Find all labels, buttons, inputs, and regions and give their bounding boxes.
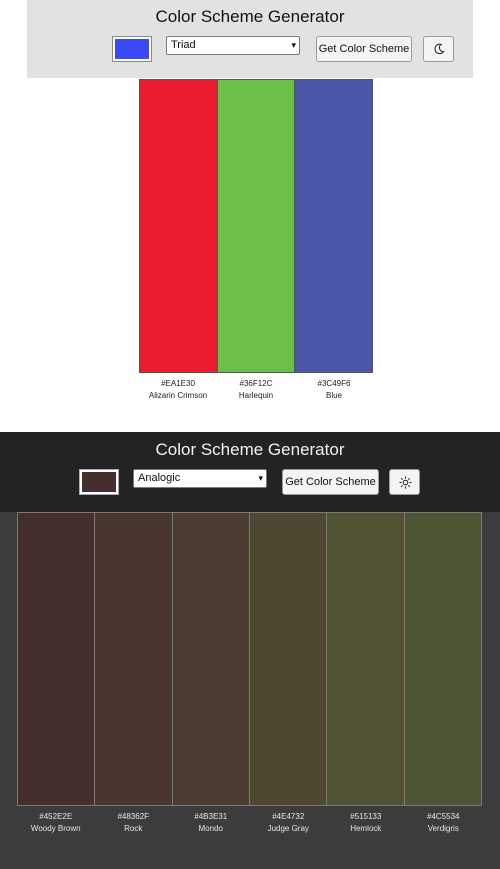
color-name: Rock xyxy=(124,824,143,833)
color-name: Harlequin xyxy=(238,391,274,400)
color-hex: #36F12C xyxy=(239,379,273,388)
color-name: Verdigris xyxy=(427,824,459,833)
scheme-mode-select[interactable]: Triad ▾ xyxy=(166,36,300,55)
theme-toggle-button[interactable] xyxy=(389,469,420,495)
color-label: #452E2E Woody Brown xyxy=(17,811,95,835)
color-swatch[interactable] xyxy=(172,513,250,805)
color-label: #3C49F6 Blue xyxy=(295,378,373,402)
color-name: Hemlock xyxy=(350,824,382,833)
page-title: Color Scheme Generator xyxy=(155,440,345,459)
scheme-mode-value: Triad xyxy=(171,39,196,51)
color-hex: #48362F xyxy=(117,812,150,821)
color-name: Judge Gray xyxy=(267,824,309,833)
color-label: #4C5534 Verdigris xyxy=(405,811,483,835)
color-label: #4B3E31 Mondo xyxy=(172,811,250,835)
sun-icon xyxy=(399,476,412,489)
light-theme-panel: Color Scheme Generator Triad ▾ Get Color… xyxy=(0,0,500,432)
color-swatch[interactable] xyxy=(404,513,481,805)
scheme-mode-value: Analogic xyxy=(138,472,181,484)
color-hex: #4C5534 xyxy=(427,812,460,821)
get-color-scheme-button[interactable]: Get Color Scheme xyxy=(282,469,379,495)
color-palette xyxy=(139,79,373,373)
color-label: #4E4732 Judge Gray xyxy=(250,811,328,835)
color-swatch[interactable] xyxy=(95,513,173,805)
color-name: Blue xyxy=(325,391,342,400)
color-hex: #3C49F6 xyxy=(317,379,351,388)
header: Color Scheme Generator Triad ▾ Get Color… xyxy=(27,0,473,78)
color-hex: #4B3E31 xyxy=(194,812,228,821)
scheme-mode-select[interactable]: Analogic ▾ xyxy=(133,469,267,488)
color-swatch[interactable] xyxy=(217,80,296,372)
chevron-down-icon: ▾ xyxy=(258,473,263,483)
color-label: #48362F Rock xyxy=(95,811,173,835)
header: Color Scheme Generator Analogic ▾ Get Co… xyxy=(0,432,500,512)
color-swatch[interactable] xyxy=(249,513,328,805)
theme-toggle-button[interactable] xyxy=(423,36,454,62)
color-label: #36F12C Harlequin xyxy=(217,378,295,402)
color-labels: #EA1E30 Alizarin Crimson #36F12C Harlequin #… xyxy=(139,378,373,402)
color-palette xyxy=(17,512,482,806)
color-hex: #EA1E30 xyxy=(161,379,195,388)
page-title: Color Scheme Generator xyxy=(155,7,345,26)
color-hex: #515133 xyxy=(350,812,382,821)
color-swatch[interactable] xyxy=(18,513,96,805)
color-label: #515133 Hemlock xyxy=(327,811,405,835)
color-hex: #452E2E xyxy=(39,812,73,821)
chevron-down-icon: ▾ xyxy=(291,40,296,50)
color-label: #EA1E30 Alizarin Crimson xyxy=(139,378,217,402)
dark-theme-panel: Color Scheme Generator Analogic ▾ Get Co… xyxy=(0,432,500,869)
get-color-scheme-button[interactable]: Get Color Scheme xyxy=(316,36,412,62)
color-name: Alizarin Crimson xyxy=(148,391,208,400)
color-swatch[interactable] xyxy=(295,80,373,372)
moon-icon xyxy=(434,43,445,55)
color-name: Mondo xyxy=(198,824,223,833)
color-name: Woody Brown xyxy=(30,824,81,833)
color-hex: #4E4732 xyxy=(272,812,305,821)
color-labels: #452E2E Woody Brown #48362F Rock #4B3E31 Mond… xyxy=(17,811,482,835)
seed-color-picker[interactable] xyxy=(79,469,119,495)
seed-color-picker[interactable] xyxy=(112,36,152,62)
color-swatch[interactable] xyxy=(140,80,218,372)
color-swatch[interactable] xyxy=(327,513,405,805)
